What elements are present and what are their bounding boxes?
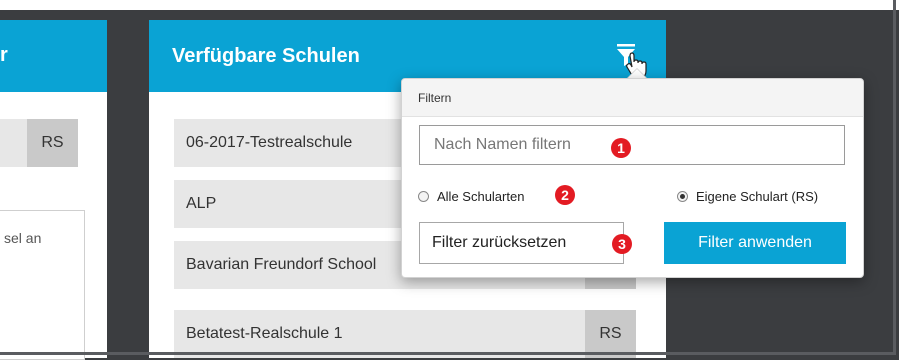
screenshot-frame <box>0 0 896 355</box>
